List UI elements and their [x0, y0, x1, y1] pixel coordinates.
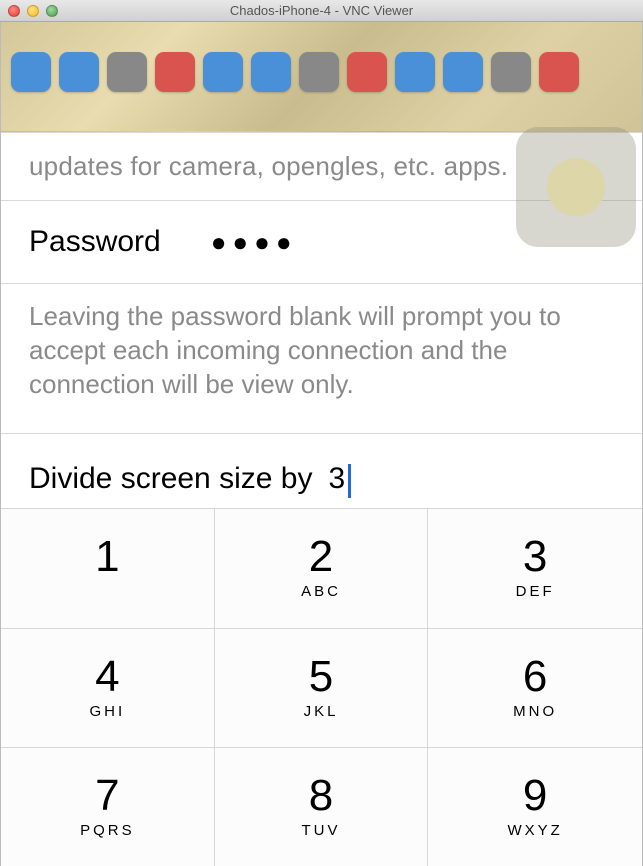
keypad-key-5[interactable]: 5 JKL: [215, 628, 429, 747]
keypad-key-4[interactable]: 4 GHI: [1, 628, 215, 747]
keypad-digit: 9: [523, 774, 547, 818]
home-app-icon: [347, 52, 387, 92]
keypad-digit: 5: [309, 655, 333, 699]
password-field[interactable]: ●●●●: [211, 227, 298, 258]
camera-shortcut-icon[interactable]: [516, 127, 636, 247]
updates-section: updates for camera, opengles, etc. apps.: [1, 132, 642, 201]
keypad-digit: 2: [309, 535, 333, 579]
traffic-lights: [8, 5, 58, 17]
keypad-digit: 7: [95, 774, 119, 818]
vnc-viewport: updates for camera, opengles, etc. apps.…: [0, 22, 643, 866]
home-app-icon: [299, 52, 339, 92]
home-app-icon: [203, 52, 243, 92]
home-app-icon: [59, 52, 99, 92]
window-titlebar: Chados-iPhone-4 - VNC Viewer: [0, 0, 643, 22]
keypad-key-1[interactable]: 1: [1, 508, 215, 627]
window-title: Chados-iPhone-4 - VNC Viewer: [0, 3, 643, 18]
home-app-icon: [395, 52, 435, 92]
keypad-letters: GHI: [89, 703, 125, 721]
remote-home-screen-preview: [1, 22, 642, 132]
camera-lens-icon: [547, 158, 605, 216]
keypad-digit: 3: [523, 535, 547, 579]
home-app-icon: [107, 52, 147, 92]
keypad-digit: 8: [309, 774, 333, 818]
keypad-key-9[interactable]: 9 WXYZ: [428, 747, 642, 866]
password-helper-text: Leaving the password blank will prompt y…: [1, 284, 642, 433]
home-app-icon: [11, 52, 51, 92]
divide-screen-row[interactable]: Divide screen size by 3: [1, 433, 642, 508]
keypad-letters: ABC: [301, 583, 341, 601]
home-app-icon: [539, 52, 579, 92]
keypad-digit: 6: [523, 655, 547, 699]
keypad-letters: WXYZ: [507, 822, 562, 840]
keypad-key-6[interactable]: 6 MNO: [428, 628, 642, 747]
keypad-key-3[interactable]: 3 DEF: [428, 508, 642, 627]
keypad-letters: DEF: [516, 583, 555, 601]
home-app-icon: [491, 52, 531, 92]
keypad-letters: JKL: [304, 703, 339, 721]
home-app-icon: [251, 52, 291, 92]
numeric-keypad: 1 2 ABC 3 DEF 4 GHI 5 JKL 6 MNO 7 PQRS 8 TUV 9 WXYZ: [1, 508, 642, 866]
home-app-icon: [443, 52, 483, 92]
keypad-digit: 4: [95, 655, 119, 699]
keypad-letters: TUV: [301, 822, 340, 840]
home-app-icon: [155, 52, 195, 92]
keypad-letters: MNO: [513, 703, 557, 721]
keypad-key-8[interactable]: 8 TUV: [215, 747, 429, 866]
maximize-window-button[interactable]: [46, 5, 58, 17]
updates-description: updates for camera, opengles, etc. apps.: [29, 151, 508, 182]
password-label: Password: [29, 225, 161, 259]
keypad-digit: 1: [95, 535, 119, 579]
keypad-letters: PQRS: [80, 822, 135, 840]
divide-screen-value-text: 3: [328, 462, 345, 495]
keypad-key-7[interactable]: 7 PQRS: [1, 747, 215, 866]
close-window-button[interactable]: [8, 5, 20, 17]
text-cursor-icon: [348, 464, 351, 498]
minimize-window-button[interactable]: [27, 5, 39, 17]
divide-screen-value[interactable]: 3: [328, 462, 349, 496]
keypad-key-2[interactable]: 2 ABC: [215, 508, 429, 627]
divide-screen-label: Divide screen size by: [29, 462, 312, 496]
